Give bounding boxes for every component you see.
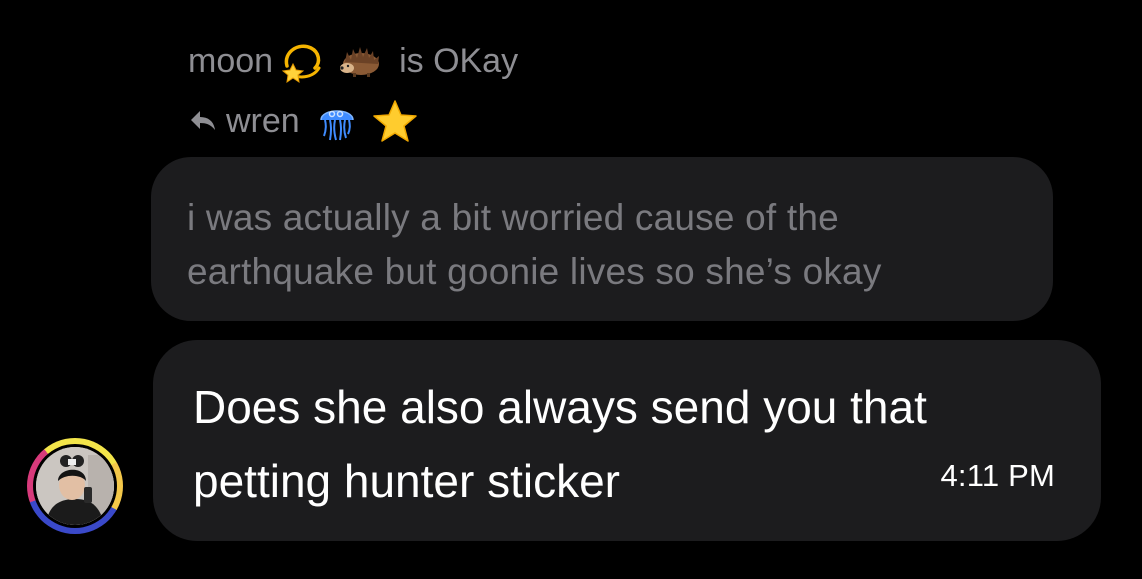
quoted-message-bubble[interactable]: i was actually a bit worried cause of th… — [151, 157, 1053, 321]
sender-status-line: moon is OKay — [188, 38, 518, 84]
sender-name: moon — [188, 42, 274, 80]
star-icon — [372, 98, 418, 144]
quoted-message-text: i was actually a bit worried cause of th… — [187, 197, 882, 292]
status-text: is OKay — [399, 42, 519, 80]
avatar[interactable] — [27, 438, 123, 534]
message-text: Does she also always send you that petti… — [193, 381, 927, 507]
avatar-photo — [36, 447, 114, 525]
message-bubble[interactable]: Does she also always send you that petti… — [153, 340, 1101, 541]
reply-indicator[interactable]: wren — [188, 98, 424, 144]
message-timestamp: 4:11 PM — [940, 458, 1055, 493]
reply-to-name: wren — [226, 102, 300, 140]
hedgehog-icon — [337, 38, 383, 84]
dizzy-star-icon — [279, 38, 325, 84]
reply-arrow-icon — [188, 106, 218, 136]
jellyfish-icon — [314, 98, 360, 144]
